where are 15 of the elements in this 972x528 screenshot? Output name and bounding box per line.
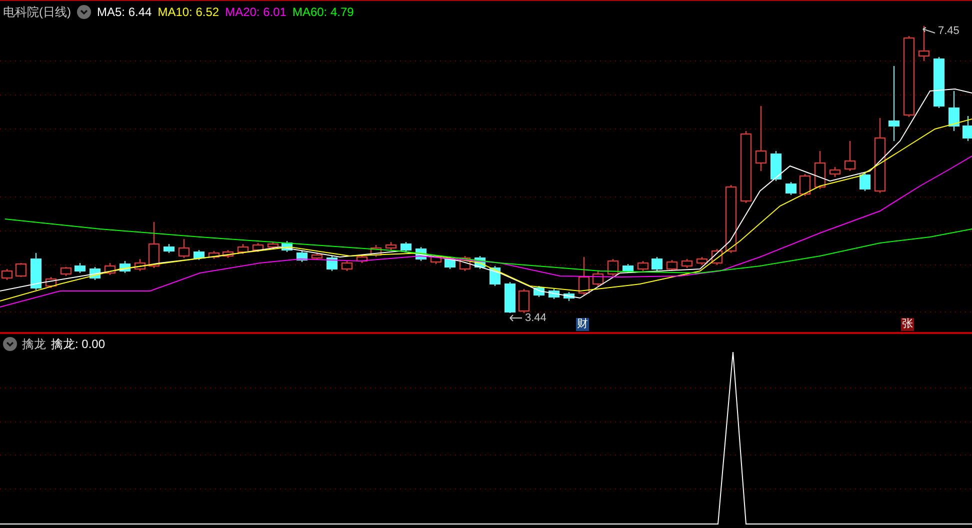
event-badge[interactable]: 张 xyxy=(901,318,914,331)
ma-legend-label: MA20: 6.01 xyxy=(225,5,286,19)
chart-title: 电科院(日线) xyxy=(3,5,71,19)
low-price-label: 3.44 xyxy=(525,311,546,326)
indicator-name: 擒龙 xyxy=(22,337,46,351)
high-price-label: 7.45 xyxy=(938,24,960,39)
dropdown-chevron-icon[interactable] xyxy=(3,337,17,351)
ma-legend-label: MA60: 4.79 xyxy=(292,5,354,19)
ma-legend-label: MA5: 6.44 xyxy=(97,5,152,19)
arrow-left-icon xyxy=(922,27,936,36)
dropdown-chevron-icon[interactable] xyxy=(77,5,91,19)
event-badge[interactable]: 财 xyxy=(576,318,589,331)
indicator-reading: 擒龙: 0.00 xyxy=(51,337,106,351)
ma-legend-label: MA10: 6.52 xyxy=(158,5,220,19)
arrow-left-icon xyxy=(509,314,523,322)
